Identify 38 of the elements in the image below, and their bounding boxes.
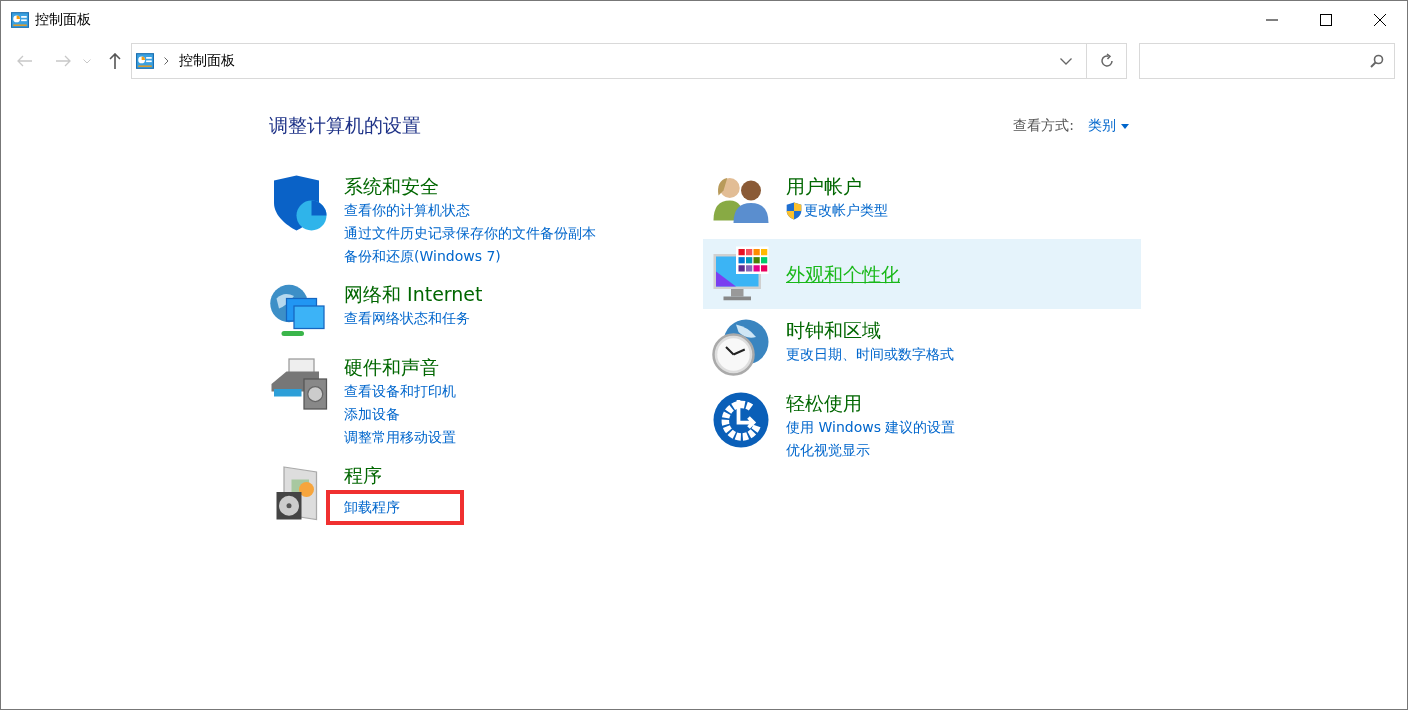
- clock-globe-icon[interactable]: [711, 317, 771, 377]
- category-title[interactable]: 程序: [344, 462, 382, 488]
- task-link[interactable]: 查看你的计算机状态: [344, 199, 470, 222]
- task-link[interactable]: 更改帐户类型: [804, 199, 888, 222]
- category-title[interactable]: 时钟和区域: [786, 317, 881, 343]
- category-title[interactable]: 系统和安全: [344, 173, 439, 199]
- accessibility-icon[interactable]: [711, 390, 771, 450]
- view-by-dropdown[interactable]: 类别: [1088, 117, 1129, 135]
- category-title[interactable]: 用户帐户: [786, 173, 862, 199]
- category-title[interactable]: 轻松使用: [786, 390, 862, 416]
- maximize-icon: [1320, 14, 1332, 26]
- search-field[interactable]: [1139, 43, 1395, 79]
- control-panel-icon: [136, 53, 154, 69]
- chevron-right-icon: [164, 57, 169, 65]
- search-icon[interactable]: [1370, 54, 1384, 68]
- task-link[interactable]: 使用 Windows 建议的设置: [786, 416, 956, 439]
- breadcrumb[interactable]: 控制面板: [179, 52, 235, 70]
- task-link[interactable]: 更改日期、时间或数字格式: [786, 343, 954, 366]
- category-title[interactable]: 网络和 Internet: [344, 281, 483, 307]
- task-link[interactable]: 查看设备和打印机: [344, 380, 456, 403]
- task-link[interactable]: 调整常用移动设置: [344, 426, 456, 449]
- close-icon: [1374, 14, 1386, 26]
- uac-shield-icon: [786, 201, 802, 220]
- category-title[interactable]: 硬件和声音: [344, 354, 439, 380]
- refresh-icon: [1098, 53, 1115, 69]
- task-link[interactable]: 备份和还原(Windows 7): [344, 245, 501, 268]
- task-link[interactable]: 通过文件历史记录保存你的文件备份副本: [344, 222, 596, 245]
- dropdown-triangle-icon: [1121, 123, 1129, 129]
- view-by-label: 查看方式:: [1013, 117, 1074, 135]
- up-arrow-icon[interactable]: [109, 53, 121, 69]
- task-link[interactable]: 添加设备: [344, 403, 400, 426]
- chevron-down-icon: [1060, 57, 1072, 65]
- address-bar[interactable]: 控制面板: [131, 43, 1127, 79]
- page-heading: 调整计算机的设置: [269, 113, 421, 138]
- task-link[interactable]: 查看网络状态和任务: [344, 307, 470, 330]
- window-title: 控制面板: [35, 11, 91, 29]
- control-panel-icon: [11, 12, 29, 28]
- task-link[interactable]: 优化视觉显示: [786, 439, 870, 462]
